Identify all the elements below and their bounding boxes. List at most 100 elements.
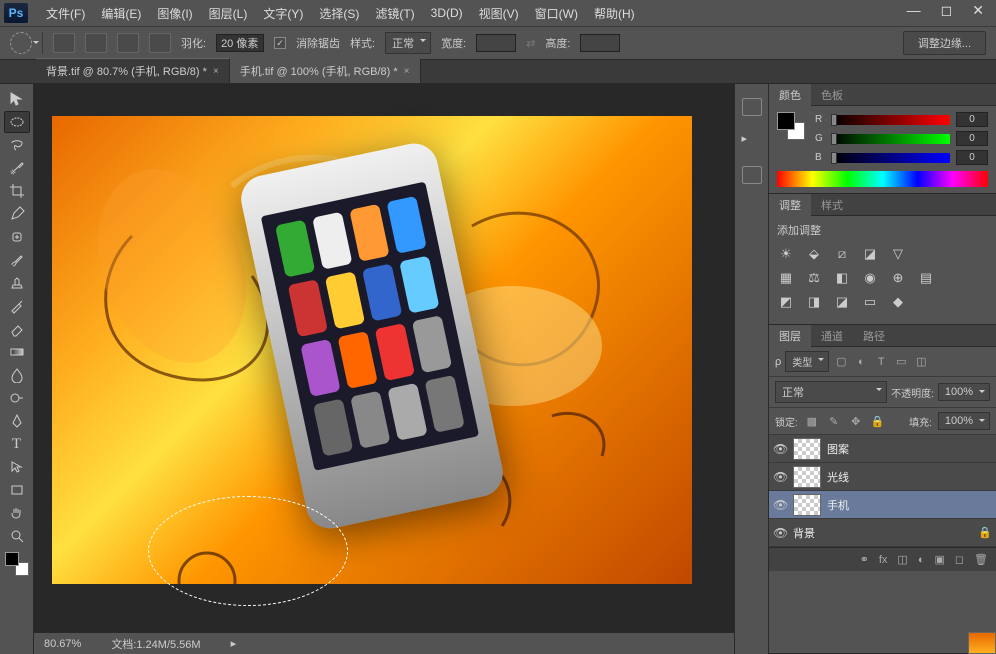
menu-type[interactable]: 文字(Y) <box>255 1 311 26</box>
bw-icon[interactable]: ◧ <box>833 270 851 286</box>
menu-3d[interactable]: 3D(D) <box>423 2 471 24</box>
minimize-button[interactable]: — <box>903 2 925 19</box>
link-layers-icon[interactable]: ⚭ <box>860 553 869 566</box>
tool-preset-picker[interactable] <box>10 32 32 54</box>
blur-tool[interactable] <box>4 364 30 386</box>
elliptical-marquee-tool[interactable] <box>4 111 30 133</box>
b-slider[interactable] <box>831 153 950 163</box>
photo-filter-icon[interactable]: ◉ <box>861 270 879 286</box>
zoom-tool[interactable] <box>4 525 30 547</box>
subtract-selection-button[interactable] <box>117 33 139 53</box>
path-selection-tool[interactable] <box>4 456 30 478</box>
new-layer-icon[interactable]: ◻ <box>955 553 964 566</box>
close-button[interactable]: ✕ <box>968 2 988 19</box>
filter-shape-icon[interactable]: ▭ <box>893 355 909 369</box>
tab-paths[interactable]: 路径 <box>853 325 895 347</box>
vibrance-icon[interactable]: ▽ <box>889 246 907 262</box>
menu-select[interactable]: 选择(S) <box>311 1 367 26</box>
posterize-icon[interactable]: ◨ <box>805 294 823 310</box>
tab-swatches[interactable]: 色板 <box>811 84 853 106</box>
document-tab[interactable]: 背景.tif @ 80.7% (手机, RGB/8) * × <box>36 58 230 83</box>
history-panel-icon[interactable] <box>742 98 762 116</box>
style-dropdown[interactable]: 正常 <box>385 32 431 54</box>
curves-icon[interactable]: ⧄ <box>833 246 851 262</box>
foreground-background-colors[interactable] <box>5 552 29 576</box>
fg-color[interactable] <box>777 112 795 130</box>
document-tab[interactable]: 手机.tif @ 100% (手机, RGB/8) * × <box>230 59 421 83</box>
filter-smart-icon[interactable]: ◫ <box>913 355 929 369</box>
tab-channels[interactable]: 通道 <box>811 325 853 347</box>
maximize-button[interactable]: ◻ <box>937 2 957 19</box>
visibility-toggle[interactable]: 👁 <box>773 526 787 540</box>
feather-input[interactable] <box>216 34 264 52</box>
exposure-icon[interactable]: ◪ <box>861 246 879 262</box>
lock-image-icon[interactable]: ✎ <box>826 414 842 428</box>
quick-selection-tool[interactable] <box>4 157 30 179</box>
layer-style-icon[interactable]: fx <box>879 554 888 566</box>
layer-name[interactable]: 光线 <box>827 469 849 485</box>
healing-brush-tool[interactable] <box>4 226 30 248</box>
layer-row[interactable]: 👁 光线 <box>769 463 996 491</box>
channel-mixer-icon[interactable]: ⊕ <box>889 270 907 286</box>
canvas-area[interactable]: 80.67% 文档:1.24M/5.56M ▸ <box>34 84 734 654</box>
document-size[interactable]: 文档:1.24M/5.56M <box>111 636 200 652</box>
r-slider[interactable] <box>831 115 950 125</box>
threshold-icon[interactable]: ◪ <box>833 294 851 310</box>
refine-edge-button[interactable]: 调整边缘... <box>903 31 986 55</box>
layer-row[interactable]: 👁 背景 🔒 <box>769 519 996 547</box>
marquee-selection[interactable] <box>148 496 348 606</box>
actions-panel-icon[interactable]: ▸ <box>742 132 762 150</box>
filter-adjustment-icon[interactable]: ◐ <box>853 355 869 369</box>
properties-panel-icon[interactable] <box>742 166 762 184</box>
visibility-toggle[interactable]: 👁 <box>773 498 787 512</box>
menu-view[interactable]: 视图(V) <box>471 1 527 26</box>
lock-transparency-icon[interactable]: ▩ <box>804 414 820 428</box>
zoom-level[interactable]: 80.67% <box>44 638 81 650</box>
history-brush-tool[interactable] <box>4 295 30 317</box>
delete-layer-icon[interactable]: 🗑 <box>974 553 988 566</box>
lasso-tool[interactable] <box>4 134 30 156</box>
b-value[interactable] <box>956 150 988 165</box>
clone-stamp-tool[interactable] <box>4 272 30 294</box>
layer-name[interactable]: 背景 <box>793 525 815 541</box>
type-tool[interactable]: T <box>4 433 30 455</box>
levels-icon[interactable]: ⬙ <box>805 246 823 262</box>
gradient-tool[interactable] <box>4 341 30 363</box>
brush-tool[interactable] <box>4 249 30 271</box>
pen-tool[interactable] <box>4 410 30 432</box>
antialias-checkbox[interactable]: ✓ <box>274 37 286 49</box>
menu-file[interactable]: 文件(F) <box>38 1 93 26</box>
layer-filter-kind[interactable]: 类型 <box>785 351 829 372</box>
layer-row[interactable]: 👁 图案 <box>769 435 996 463</box>
menu-filter[interactable]: 滤镜(T) <box>367 1 422 26</box>
brightness-icon[interactable]: ☀ <box>777 246 795 262</box>
menu-edit[interactable]: 编辑(E) <box>93 1 149 26</box>
visibility-toggle[interactable]: 👁 <box>773 470 787 484</box>
layer-mask-icon[interactable]: ◫ <box>897 553 907 566</box>
selective-color-icon[interactable]: ◆ <box>889 294 907 310</box>
blend-mode-dropdown[interactable]: 正常 <box>775 381 887 403</box>
color-spectrum[interactable] <box>777 171 988 187</box>
g-slider[interactable] <box>831 134 950 144</box>
new-selection-button[interactable] <box>53 33 75 53</box>
layer-thumbnail[interactable] <box>793 494 821 516</box>
layer-name[interactable]: 图案 <box>827 441 849 457</box>
status-menu-icon[interactable]: ▸ <box>231 637 237 650</box>
adjustment-layer-icon[interactable]: ◐ <box>918 554 925 566</box>
layer-name[interactable]: 手机 <box>827 497 849 513</box>
fill-value[interactable]: 100% <box>938 412 990 430</box>
canvas[interactable] <box>52 116 692 584</box>
tab-close-icon[interactable]: × <box>404 66 410 77</box>
tab-layers[interactable]: 图层 <box>769 325 811 347</box>
color-lookup-icon[interactable]: ▤ <box>917 270 935 286</box>
layer-thumbnail[interactable] <box>793 466 821 488</box>
tab-adjustments[interactable]: 调整 <box>769 194 811 216</box>
crop-tool[interactable] <box>4 180 30 202</box>
rectangle-tool[interactable] <box>4 479 30 501</box>
tab-close-icon[interactable]: × <box>213 66 219 77</box>
tab-color[interactable]: 颜色 <box>769 84 811 106</box>
hue-icon[interactable]: ▦ <box>777 270 795 286</box>
invert-icon[interactable]: ◩ <box>777 294 795 310</box>
eraser-tool[interactable] <box>4 318 30 340</box>
filter-pixel-icon[interactable]: ▢ <box>833 355 849 369</box>
